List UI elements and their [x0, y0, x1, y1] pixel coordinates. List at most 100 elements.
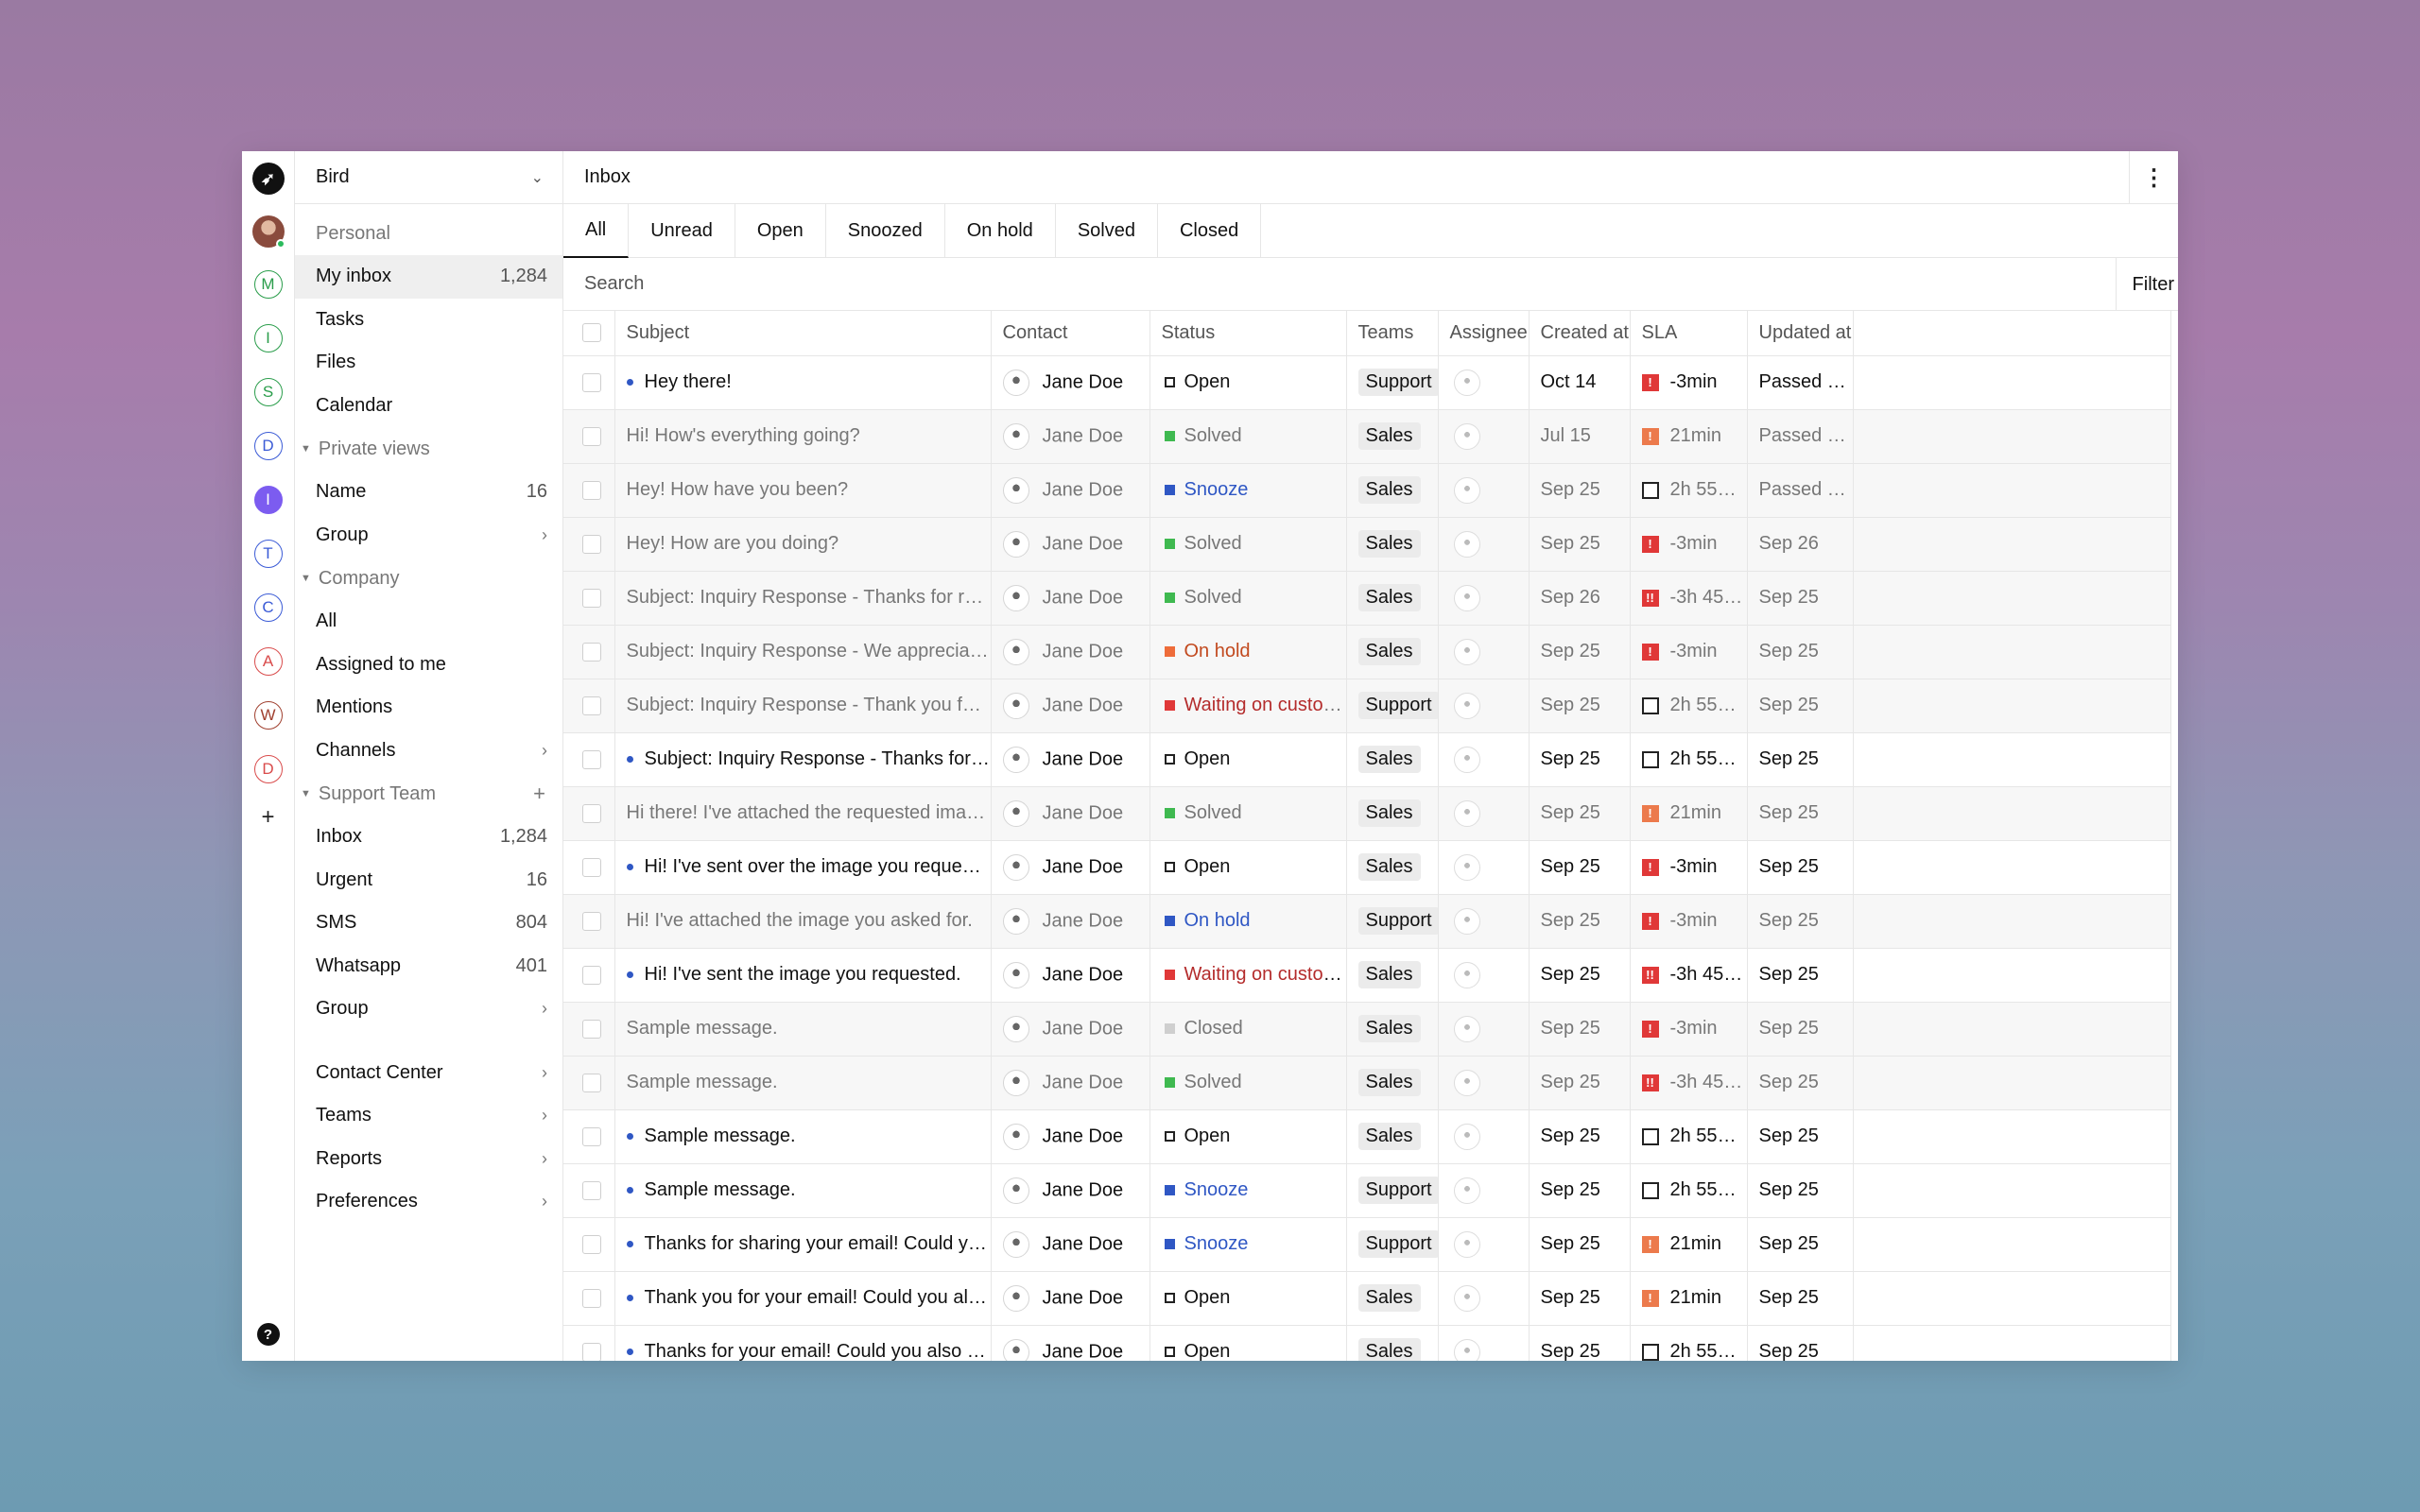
contact-cell[interactable]: Jane Doe [991, 517, 1150, 572]
sidebar-item-tasks[interactable]: Tasks [295, 299, 562, 342]
table-row[interactable]: Sample message. Jane Doe Closed Sales Sep 25… [563, 1002, 2171, 1057]
search-bar[interactable]: Search Filter [563, 258, 2178, 311]
row-checkbox[interactable] [582, 803, 601, 823]
table-row[interactable]: Hey there! Jane Doe Open Support Oct 14! -3mi… [563, 355, 2171, 410]
subject-cell[interactable]: Hi there! I've attached the requested im… [614, 786, 992, 841]
subject-cell[interactable]: Hi! I've sent over the image you request… [614, 840, 992, 895]
tab-on-hold[interactable]: On hold [945, 204, 1056, 258]
team-cell[interactable]: Sales [1346, 463, 1439, 518]
workspace-i-icon[interactable]: I [253, 324, 283, 352]
subject-cell[interactable]: Thanks for your email! Could you also sh… [614, 1325, 992, 1361]
assignee-avatar-icon[interactable] [1453, 746, 1480, 773]
status-cell[interactable]: Open [1150, 1325, 1347, 1361]
assignee-cell[interactable] [1438, 948, 1530, 1003]
row-checkbox[interactable] [582, 965, 601, 985]
table-row[interactable]: Hi there! I've attached the requested im… [563, 786, 2171, 841]
sidebar-item-files[interactable]: Files [295, 341, 562, 385]
row-checkbox[interactable] [582, 1342, 601, 1361]
contact-cell[interactable]: Jane Doe [991, 732, 1150, 787]
sidebar-item-mentions[interactable]: Mentions [295, 686, 562, 730]
assignee-avatar-icon[interactable] [1453, 1123, 1480, 1150]
tab-open[interactable]: Open [735, 204, 826, 258]
assignee-cell[interactable] [1438, 679, 1530, 733]
assignee-avatar-icon[interactable] [1453, 422, 1480, 450]
team-cell[interactable]: Sales [1346, 1109, 1439, 1164]
team-cell[interactable]: Sales [1346, 625, 1439, 679]
status-cell[interactable]: Waiting on customer [1150, 948, 1347, 1003]
assignee-cell[interactable] [1438, 571, 1530, 626]
bird-logo-icon[interactable]: ➶ [251, 163, 285, 195]
sidebar-item-calendar[interactable]: Calendar [295, 385, 562, 428]
assignee-avatar-icon[interactable] [1453, 1015, 1480, 1042]
subject-cell[interactable]: Hey there! [614, 355, 992, 410]
contact-cell[interactable]: Jane Doe [991, 948, 1150, 1003]
filter-button[interactable]: Filter [2115, 258, 2178, 311]
status-cell[interactable]: Solved [1150, 517, 1347, 572]
assignee-cell[interactable] [1438, 1002, 1530, 1057]
table-row[interactable]: Subject: Inquiry Response - Thanks for c… [563, 732, 2171, 787]
contact-cell[interactable]: Jane Doe [991, 1217, 1150, 1272]
assignee-cell[interactable] [1438, 894, 1530, 949]
contact-cell[interactable]: Jane Doe [991, 463, 1150, 518]
status-cell[interactable]: On hold [1150, 625, 1347, 679]
assignee-cell[interactable] [1438, 1325, 1530, 1361]
sidebar-item-my-inbox[interactable]: My inbox 1,284 [295, 255, 562, 299]
contact-cell[interactable]: Jane Doe [991, 894, 1150, 949]
row-checkbox[interactable] [582, 642, 601, 662]
row-checkbox[interactable] [582, 480, 601, 500]
table-row[interactable]: Thank you for your email! Could you also… [563, 1271, 2171, 1326]
row-checkbox[interactable] [582, 749, 601, 769]
sidebar-item-contact-center[interactable]: Contact Center › [295, 1052, 562, 1095]
table-row[interactable]: Thanks for sharing your email! Could you… [563, 1217, 2171, 1272]
tab-unread[interactable]: Unread [629, 204, 735, 258]
workspace-switcher[interactable]: Bird ⌄ [295, 151, 562, 204]
contact-cell[interactable]: Jane Doe [991, 1325, 1150, 1361]
team-cell[interactable]: Sales [1346, 517, 1439, 572]
sidebar-item-group[interactable]: Group › [295, 514, 562, 558]
team-cell[interactable]: Sales [1346, 786, 1439, 841]
status-cell[interactable]: Solved [1150, 409, 1347, 464]
assignee-cell[interactable] [1438, 840, 1530, 895]
row-checkbox[interactable] [582, 426, 601, 446]
assignee-cell[interactable] [1438, 1163, 1530, 1218]
add-icon[interactable]: + [533, 782, 545, 806]
section-support-team[interactable]: ▼ Support Team + [295, 772, 562, 816]
row-checkbox[interactable] [582, 1288, 601, 1308]
assignee-cell[interactable] [1438, 1217, 1530, 1272]
column-header-assignee[interactable]: Assignee [1438, 311, 1530, 356]
workspace-a-icon[interactable]: A [253, 647, 283, 676]
select-all-checkbox[interactable] [582, 323, 601, 343]
assignee-cell[interactable] [1438, 1271, 1530, 1326]
contact-cell[interactable]: Jane Doe [991, 679, 1150, 733]
team-cell[interactable]: Sales [1346, 1002, 1439, 1057]
sidebar-item-all[interactable]: All [295, 600, 562, 644]
sidebar-item-channels[interactable]: Channels › [295, 730, 562, 773]
status-cell[interactable]: On hold [1150, 894, 1347, 949]
table-row[interactable]: Hi! I've sent the image you requested. Ja… [563, 948, 2171, 1003]
contact-cell[interactable]: Jane Doe [991, 625, 1150, 679]
sidebar-item-reports[interactable]: Reports › [295, 1138, 562, 1181]
row-checkbox[interactable] [582, 372, 601, 392]
subject-cell[interactable]: Sample message. [614, 1163, 992, 1218]
sidebar-item-whatsapp[interactable]: Whatsapp 401 [295, 945, 562, 988]
subject-cell[interactable]: Hi! How's everything going? [614, 409, 992, 464]
sidebar-item-teams[interactable]: Teams › [295, 1094, 562, 1138]
row-checkbox[interactable] [582, 1234, 601, 1254]
table-row[interactable]: Sample message. Jane Doe Snooze Support Sep … [563, 1163, 2171, 1218]
workspace-w-icon[interactable]: W [253, 701, 283, 730]
team-cell[interactable]: Sales [1346, 732, 1439, 787]
column-header-subject[interactable]: Subject [614, 311, 992, 356]
subject-cell[interactable]: Thanks for sharing your email! Could you… [614, 1217, 992, 1272]
assignee-cell[interactable] [1438, 732, 1530, 787]
assignee-cell[interactable] [1438, 463, 1530, 518]
contact-cell[interactable]: Jane Doe [991, 1271, 1150, 1326]
assignee-avatar-icon[interactable] [1453, 692, 1480, 719]
status-cell[interactable]: Snooze [1150, 463, 1347, 518]
sidebar-item-urgent[interactable]: Urgent 16 [295, 859, 562, 902]
help-icon[interactable]: ? [256, 1323, 280, 1346]
workspace-t-icon[interactable]: T [253, 540, 283, 568]
table-row[interactable]: Sample message. Jane Doe Open Sales Sep 25 2h… [563, 1109, 2171, 1164]
add-workspace-icon[interactable]: + [261, 804, 274, 831]
team-cell[interactable]: Sales [1346, 1056, 1439, 1110]
subject-cell[interactable]: Hey! How have you been? [614, 463, 992, 518]
